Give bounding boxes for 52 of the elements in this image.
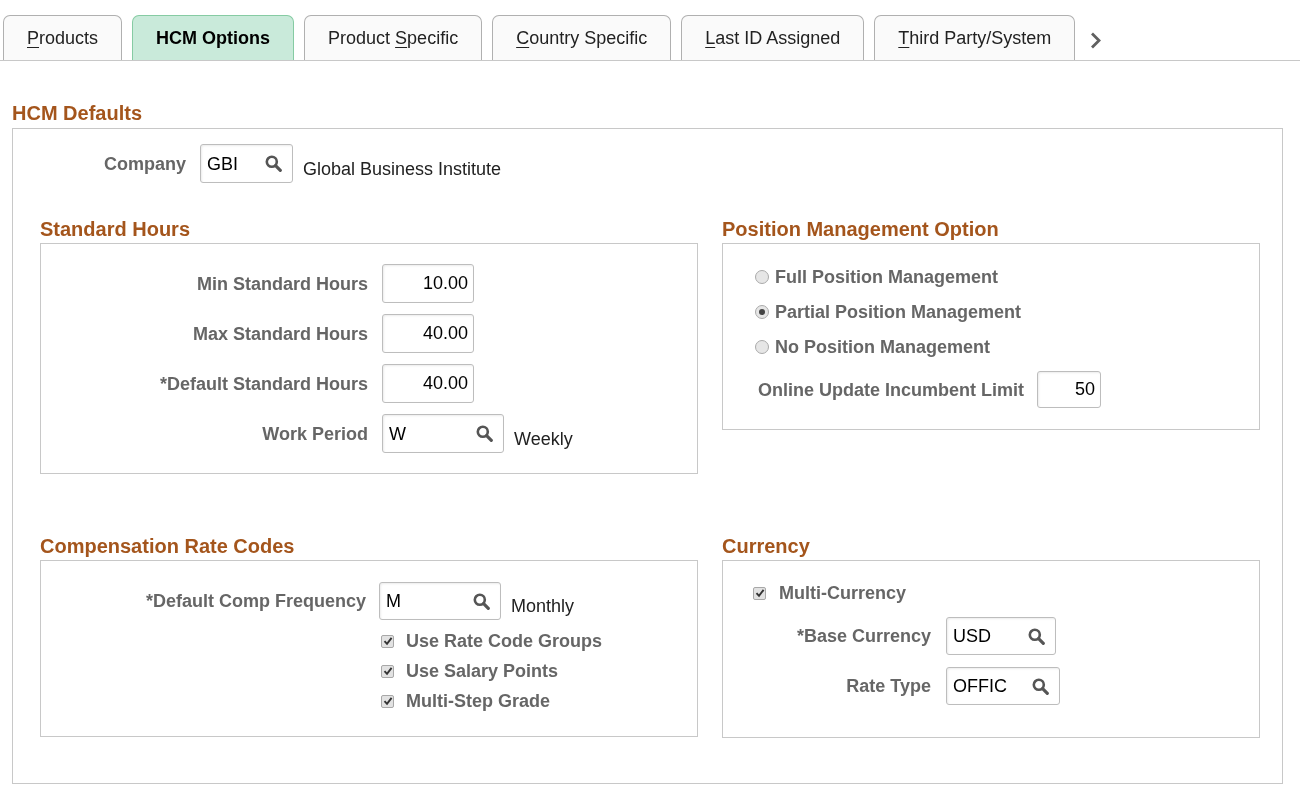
number-field[interactable]: 40.00 [382,364,474,403]
radio-button[interactable] [755,339,769,354]
chevron-right-icon[interactable] [1089,31,1103,50]
search-icon[interactable] [265,155,282,172]
field-label: Min Standard Hours [197,272,368,295]
tab[interactable]: HCM Options [132,15,295,60]
tab[interactable]: Products [3,15,123,60]
lookup-field[interactable]: GBI [200,144,293,183]
tab[interactable]: Product Specific [304,15,483,60]
section-heading: Currency [722,534,810,558]
search-icon[interactable] [476,425,493,442]
checkbox[interactable] [381,634,394,648]
tab[interactable]: Country Specific [492,15,672,60]
radio-label: No Position Management [775,335,990,358]
radio-label: Full Position Management [775,265,998,288]
field-label: Rate Type [846,675,931,697]
search-icon[interactable] [473,592,490,610]
section-heading: Compensation Rate Codes [40,534,295,558]
field-label: Max Standard Hours [192,322,368,345]
section-heading: Position Management Option [722,217,999,241]
field-label: Company [104,152,186,175]
lookup-field[interactable]: OFFIC [946,667,1060,705]
tab[interactable]: Last ID Assigned [681,15,865,60]
field-label: *Base Currency [796,625,931,647]
checkbox[interactable] [381,694,394,708]
field-label: *Default Comp Frequency [145,590,366,612]
description-text: Weekly [514,427,573,450]
field-label: Work Period [262,422,368,445]
tab[interactable]: Third Party/System [874,15,1076,60]
section-heading: Standard Hours [40,217,191,241]
section-heading: HCM Defaults [12,101,142,125]
lookup-field[interactable]: USD [946,617,1056,655]
search-icon[interactable] [1028,627,1045,645]
lookup-field[interactable]: M [379,582,501,620]
checkbox[interactable] [753,586,766,600]
search-icon[interactable] [1032,677,1049,695]
checkbox-label: Multi-Step Grade [406,690,550,712]
field-label: *Default Standard Hours [159,372,368,395]
description-text: Global Business Institute [303,157,502,180]
checkbox-label: Use Rate Code Groups [406,630,603,652]
lookup-field[interactable]: W [382,414,504,453]
number-field[interactable]: 50 [1037,371,1101,408]
number-field[interactable]: 40.00 [382,314,474,353]
radio-button[interactable] [755,269,769,284]
field-label: Online Update Incumbent Limit [758,378,1024,401]
description-text: Monthly [511,595,575,617]
checkbox-label: Multi-Currency [779,582,906,604]
checkbox-label: Use Salary Points [406,660,559,682]
checkbox[interactable] [381,664,394,678]
number-field[interactable]: 10.00 [382,264,474,303]
radio-label: Partial Position Management [775,300,1022,323]
radio-button[interactable] [755,304,769,319]
